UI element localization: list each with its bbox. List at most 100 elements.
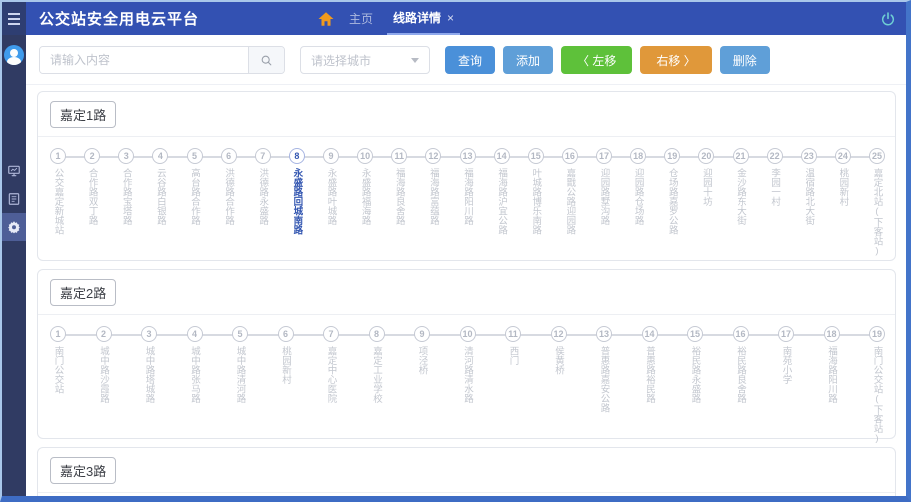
stop-number[interactable]: 13 (460, 148, 476, 164)
route-stop[interactable]: 12福海路富蕴路 (425, 148, 441, 257)
route-stop[interactable]: 11福海路良舍路 (391, 148, 407, 257)
route-stop[interactable]: 14普惠路裕民路 (642, 326, 658, 444)
stop-number[interactable]: 12 (551, 326, 567, 342)
power-icon[interactable] (880, 11, 896, 27)
stop-number[interactable]: 16 (562, 148, 578, 164)
sidebar-item-settings[interactable] (2, 213, 26, 241)
route-stop[interactable]: 22李园一村 (767, 148, 783, 257)
stop-number[interactable]: 15 (687, 326, 703, 342)
hamburger-menu-icon[interactable] (2, 2, 26, 35)
stop-number[interactable]: 10 (460, 326, 476, 342)
stop-number[interactable]: 7 (323, 326, 339, 342)
stop-number[interactable]: 13 (596, 326, 612, 342)
route-stop[interactable]: 8嘉定工业学校 (369, 326, 385, 444)
route-stop[interactable]: 19仓场路嘉罗公路 (664, 148, 680, 257)
stop-number[interactable]: 1 (50, 326, 66, 342)
route-stop[interactable]: 21金沙路东大街 (733, 148, 749, 257)
delete-button[interactable]: 删除 (720, 46, 770, 74)
stop-number[interactable]: 9 (323, 148, 339, 164)
route-stop[interactable]: 11西门 (505, 326, 521, 444)
route-stop[interactable]: 24桃园新村 (835, 148, 851, 257)
move-right-button[interactable]: 右移 〉 (640, 46, 711, 74)
route-stop[interactable]: 17南苑小学 (778, 326, 794, 444)
route-stop[interactable]: 16嘉戬公路迎园路 (562, 148, 578, 257)
city-select[interactable]: 请选择城市 (300, 46, 430, 74)
route-stop[interactable]: 4云谷路白银路 (152, 148, 168, 257)
tab-route-details[interactable]: 线路详情 × (387, 2, 460, 35)
route-stop[interactable]: 5城中路清河路 (232, 326, 248, 444)
stop-number[interactable]: 1 (50, 148, 66, 164)
route-stop[interactable]: 6洪德路合作路 (221, 148, 237, 257)
route-stop[interactable]: 15叶城路博乐南路 (528, 148, 544, 257)
stop-number[interactable]: 7 (255, 148, 271, 164)
stop-number[interactable]: 8 (289, 148, 305, 164)
stop-number[interactable]: 17 (778, 326, 794, 342)
route-stop[interactable]: 13福海路阳川路 (460, 148, 476, 257)
route-stop[interactable]: 18迎园路仓场路 (630, 148, 646, 257)
stop-number[interactable]: 22 (767, 148, 783, 164)
route-stop[interactable]: 20迎园十坊 (698, 148, 714, 257)
stop-number[interactable]: 24 (835, 148, 851, 164)
route-stop[interactable]: 25嘉定北站(下客站) (869, 148, 885, 257)
route-stop[interactable]: 5高台路合作路 (187, 148, 203, 257)
add-button[interactable]: 添加 (503, 46, 553, 74)
route-stop[interactable]: 4城中路张马路 (187, 326, 203, 444)
stop-number[interactable]: 8 (369, 326, 385, 342)
stop-number[interactable]: 25 (869, 148, 885, 164)
stop-number[interactable]: 9 (414, 326, 430, 342)
query-button[interactable]: 查询 (445, 46, 495, 74)
stop-number[interactable]: 18 (630, 148, 646, 164)
route-stop[interactable]: 23温宿路北大街 (801, 148, 817, 257)
route-stop[interactable]: 2合作路双丁路 (84, 148, 100, 257)
stop-number[interactable]: 4 (187, 326, 203, 342)
stop-number[interactable]: 5 (232, 326, 248, 342)
stop-number[interactable]: 19 (869, 326, 885, 342)
move-left-button[interactable]: 〈 左移 (561, 46, 632, 74)
user-avatar[interactable] (4, 45, 24, 65)
sidebar-item-records[interactable] (2, 185, 26, 213)
route-stop[interactable]: 7洪德路永盛路 (255, 148, 271, 257)
stop-number[interactable]: 11 (391, 148, 407, 164)
route-stop[interactable]: 3合作路宝塔路 (118, 148, 134, 257)
route-stop[interactable]: 16裕民路良舍路 (733, 326, 749, 444)
stop-number[interactable]: 6 (221, 148, 237, 164)
stop-number[interactable]: 11 (505, 326, 521, 342)
route-stop[interactable]: 9永盛路叶城路 (323, 148, 339, 257)
route-stop[interactable]: 1公交嘉定新城站 (50, 148, 66, 257)
route-stop[interactable]: 17迎园路墅沟路 (596, 148, 612, 257)
route-stop[interactable]: 9项泾桥 (414, 326, 430, 444)
home-icon[interactable] (317, 10, 335, 28)
stop-number[interactable]: 12 (425, 148, 441, 164)
route-stop[interactable]: 10清河路清水路 (460, 326, 476, 444)
stop-number[interactable]: 21 (733, 148, 749, 164)
search-input[interactable] (40, 47, 248, 73)
route-stop[interactable]: 19南门公交站(下客站) (869, 326, 885, 444)
route-stop[interactable]: 6桃园新村 (278, 326, 294, 444)
stop-number[interactable]: 3 (118, 148, 134, 164)
close-tab-icon[interactable]: × (447, 11, 454, 25)
stop-number[interactable]: 14 (494, 148, 510, 164)
route-stop[interactable]: 14福海路沪宜公路 (494, 148, 510, 257)
stop-number[interactable]: 16 (733, 326, 749, 342)
search-button[interactable] (248, 47, 284, 73)
stop-number[interactable]: 5 (187, 148, 203, 164)
route-stop[interactable]: 12侯黄桥 (551, 326, 567, 444)
stop-number[interactable]: 23 (801, 148, 817, 164)
route-stop[interactable]: 2城中路沙霞路 (96, 326, 112, 444)
route-stop[interactable]: 15裕民路永盛路 (687, 326, 703, 444)
stop-number[interactable]: 18 (824, 326, 840, 342)
stop-number[interactable]: 14 (642, 326, 658, 342)
stop-number[interactable]: 19 (664, 148, 680, 164)
stop-number[interactable]: 2 (84, 148, 100, 164)
stop-number[interactable]: 2 (96, 326, 112, 342)
stop-number[interactable]: 20 (698, 148, 714, 164)
route-stop[interactable]: 18福海路阳川路 (824, 326, 840, 444)
stop-number[interactable]: 4 (152, 148, 168, 164)
sidebar-item-monitor[interactable] (2, 157, 26, 185)
tab-home[interactable]: 主页 (349, 2, 373, 35)
route-stop[interactable]: 13普惠路嘉安公路 (596, 326, 612, 444)
stop-number[interactable]: 6 (278, 326, 294, 342)
route-stop[interactable]: 1南门公交站 (50, 326, 66, 444)
stop-number[interactable]: 15 (528, 148, 544, 164)
route-stop[interactable]: 7嘉定中心医院 (323, 326, 339, 444)
